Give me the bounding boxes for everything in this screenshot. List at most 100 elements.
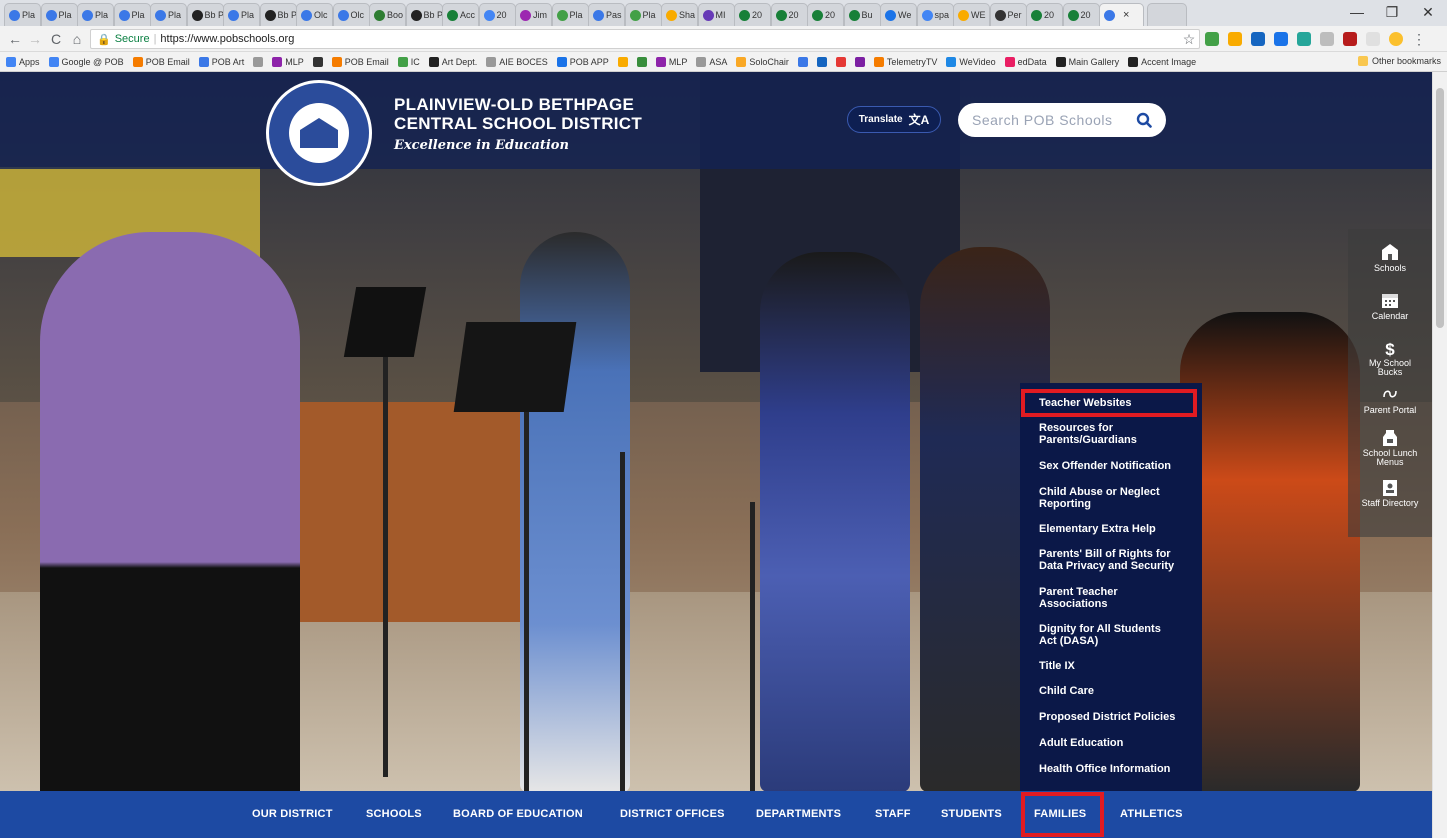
browser-tab[interactable]: Pla xyxy=(40,3,78,26)
browser-tab-active[interactable]: × xyxy=(1099,3,1144,26)
bookmark-item[interactable]: Art Dept. xyxy=(428,56,477,67)
browser-tab[interactable]: Olc xyxy=(332,3,370,26)
close-window-button[interactable]: ✕ xyxy=(1416,4,1440,21)
extension-icon[interactable] xyxy=(1228,32,1242,46)
browser-tab[interactable]: Bb Pla xyxy=(259,3,297,26)
bookmark-item[interactable] xyxy=(835,56,846,67)
browser-tab[interactable]: Pla xyxy=(624,3,662,26)
browser-tab[interactable]: WE xyxy=(953,3,990,26)
bookmark-item[interactable]: POB APP xyxy=(556,56,609,67)
nav-schools[interactable]: SCHOOLS xyxy=(366,791,422,838)
bookmark-star-icon[interactable]: ☆ xyxy=(1180,30,1198,48)
families-menu-item[interactable]: Parent Teacher Associations xyxy=(1039,586,1199,610)
browser-tab[interactable]: spa xyxy=(916,3,954,26)
bookmark-item[interactable]: AIE BOCES xyxy=(486,56,548,67)
families-menu-item[interactable]: Elementary Extra Help xyxy=(1039,523,1199,535)
bookmark-item[interactable]: TelemetryTV xyxy=(873,56,937,67)
bookmark-item[interactable] xyxy=(312,56,323,67)
families-menu-item[interactable]: Child Abuse or Neglect Reporting xyxy=(1039,486,1199,510)
bookmark-item[interactable]: WeVideo xyxy=(946,56,996,67)
nav-board-of-education[interactable]: BOARD OF EDUCATION xyxy=(453,791,583,838)
bookmark-item[interactable]: Google @ POB xyxy=(48,56,124,67)
browser-tab[interactable]: Pla xyxy=(223,3,260,26)
translate-button[interactable]: Translate 文A xyxy=(847,106,941,133)
families-menu-item[interactable]: Child Care xyxy=(1039,685,1199,697)
browser-tab[interactable]: Pla xyxy=(4,3,41,26)
browser-tab[interactable]: Boo xyxy=(369,3,406,26)
browser-tab[interactable]: Pla xyxy=(551,3,589,26)
families-menu-item[interactable]: Dignity for All Students Act (DASA) xyxy=(1039,623,1199,647)
bookmark-item[interactable]: IC xyxy=(397,56,420,67)
quick-link[interactable]: Parent Portal xyxy=(1348,385,1432,415)
families-menu-item[interactable]: Adult Education xyxy=(1039,737,1199,749)
forward-button[interactable]: → xyxy=(26,30,44,48)
bookmark-item[interactable] xyxy=(797,56,808,67)
bookmark-item[interactable] xyxy=(253,56,264,67)
quick-link[interactable]: $ My School Bucks xyxy=(1348,339,1432,377)
page-scrollbar[interactable] xyxy=(1432,72,1447,838)
browser-tab[interactable]: Acc xyxy=(442,3,479,26)
families-menu-item[interactable]: Parents' Bill of Rights for Data Privacy … xyxy=(1039,548,1199,572)
url-field[interactable]: 🔒 Secure | https://www.pobschools.org xyxy=(90,29,1200,49)
quick-link[interactable]: School Lunch Menus xyxy=(1348,429,1432,467)
back-button[interactable]: ← xyxy=(6,30,24,48)
bookmark-item[interactable]: MLP xyxy=(272,56,304,67)
bookmark-item[interactable]: SoloChair xyxy=(736,56,789,67)
nav-our-district[interactable]: OUR DISTRICT xyxy=(252,791,333,838)
browser-tab[interactable]: Pla xyxy=(77,3,114,26)
district-name[interactable]: PLAINVIEW-OLD BETHPAGE CENTRAL SCHOOL DI… xyxy=(394,95,642,133)
browser-tab[interactable]: Sha xyxy=(661,3,698,26)
extension-icon[interactable] xyxy=(1389,32,1403,46)
bookmark-item[interactable] xyxy=(617,56,628,67)
bookmark-item[interactable] xyxy=(854,56,865,67)
new-tab-button[interactable] xyxy=(1147,3,1187,26)
search-input[interactable]: Search POB Schools xyxy=(958,103,1166,137)
browser-tab[interactable]: 20 xyxy=(1062,3,1100,26)
browser-tab[interactable]: Pla xyxy=(113,3,151,26)
browser-tab[interactable]: Per xyxy=(989,3,1027,26)
browser-tab[interactable]: Bb Pla xyxy=(405,3,443,26)
bookmark-item[interactable]: POB Email xyxy=(331,56,389,67)
browser-tab[interactable]: We xyxy=(880,3,917,26)
bookmark-item[interactable] xyxy=(636,56,647,67)
district-logo[interactable] xyxy=(266,80,372,186)
families-menu-item[interactable]: Sex Offender Notification xyxy=(1039,460,1199,472)
browser-tab[interactable]: 20 xyxy=(807,3,844,26)
quick-link[interactable]: Staff Directory xyxy=(1348,479,1432,508)
tab-close-icon[interactable]: × xyxy=(1123,9,1129,21)
quick-link[interactable]: Calendar xyxy=(1348,291,1432,321)
browser-tab[interactable]: Pla xyxy=(150,3,187,26)
browser-tab[interactable]: Jim xyxy=(515,3,552,26)
nav-students[interactable]: STUDENTS xyxy=(941,791,1002,838)
reload-button[interactable]: C xyxy=(47,30,65,48)
bookmark-item[interactable]: ASA xyxy=(696,56,727,67)
browser-tab[interactable]: Bb Pla xyxy=(186,3,224,26)
bookmark-item[interactable]: MLP xyxy=(655,56,687,67)
search-icon[interactable] xyxy=(1136,112,1152,128)
chrome-menu-icon[interactable]: ⋮ xyxy=(1410,30,1428,48)
browser-tab[interactable]: Olc xyxy=(296,3,333,26)
browser-tab[interactable]: 20 xyxy=(1026,3,1063,26)
home-button[interactable]: ⌂ xyxy=(68,30,86,48)
extension-icon[interactable] xyxy=(1343,32,1357,46)
extension-icon[interactable] xyxy=(1366,32,1380,46)
nav-district-offices[interactable]: DISTRICT OFFICES xyxy=(620,791,725,838)
bookmark-item[interactable] xyxy=(816,56,827,67)
families-menu-item[interactable]: Title IX xyxy=(1039,660,1199,672)
families-menu-item[interactable]: Health Office Information xyxy=(1039,763,1199,775)
browser-tab[interactable]: 20 xyxy=(478,3,516,26)
bookmark-item[interactable]: Main Gallery xyxy=(1055,56,1119,67)
extension-icon[interactable] xyxy=(1251,32,1265,46)
extension-icon[interactable] xyxy=(1297,32,1311,46)
scrollbar-thumb[interactable] xyxy=(1436,88,1444,328)
bookmark-item[interactable]: POB Email xyxy=(132,56,190,67)
bookmark-item[interactable]: Accent Image xyxy=(1128,56,1196,67)
nav-staff[interactable]: STAFF xyxy=(875,791,911,838)
browser-tab[interactable]: 20 xyxy=(734,3,771,26)
nav-departments[interactable]: DEPARTMENTS xyxy=(756,791,841,838)
bookmark-item[interactable]: Apps xyxy=(6,56,40,67)
extension-icon[interactable] xyxy=(1274,32,1288,46)
families-menu-item[interactable]: Proposed District Policies xyxy=(1039,711,1199,723)
families-menu-item[interactable]: Resources for Parents/Guardians xyxy=(1039,422,1199,446)
browser-tab[interactable]: MI xyxy=(697,3,735,26)
